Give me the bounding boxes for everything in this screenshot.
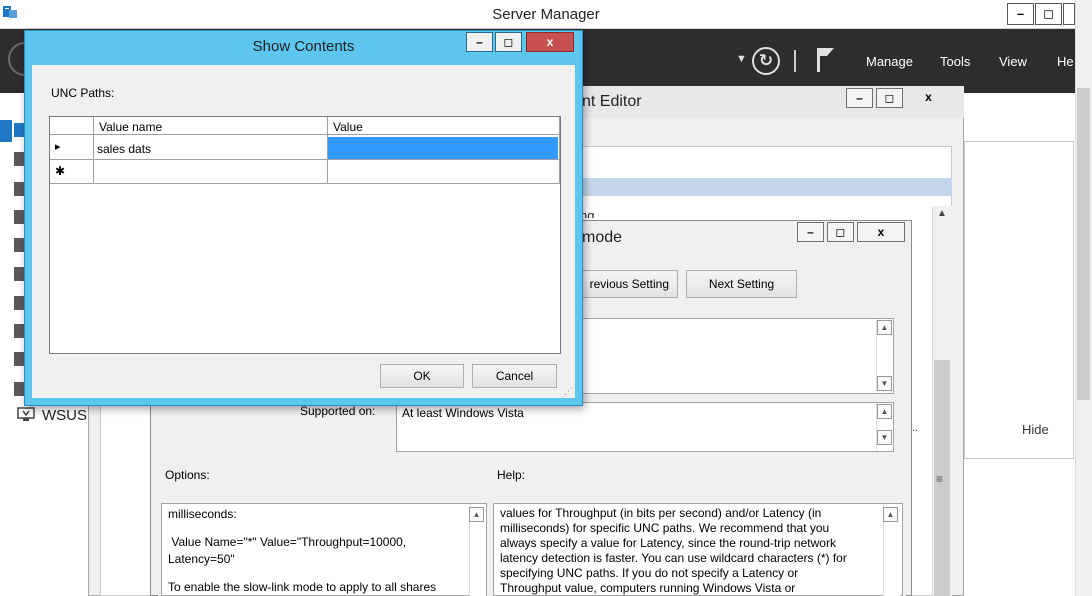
maximize-button[interactable]: ◻ — [1035, 3, 1062, 25]
sc-minimize-button[interactable]: – — [466, 32, 493, 52]
value-name-cell[interactable]: sales dats — [97, 142, 151, 156]
menu-manage[interactable]: Manage — [866, 54, 913, 70]
gp-editor-title: nt Editor — [582, 93, 642, 110]
ellipsis-text: .. — [912, 422, 919, 434]
options-line: Value Name="*" Value="Throughput=10000, — [168, 535, 407, 549]
help-label: Help: — [497, 468, 526, 482]
minimize-button[interactable]: – — [1007, 3, 1034, 25]
scroll-up-arrow-icon[interactable]: ▲ — [877, 320, 892, 335]
help-line: latency detection is faster. You can use… — [500, 551, 847, 565]
scroll-down-arrow-icon[interactable]: ▼ — [877, 430, 892, 445]
menu-help[interactable]: He — [1057, 54, 1075, 70]
editor-maximize-button[interactable]: ◻ — [876, 88, 903, 108]
new-row-asterisk-icon: ✱ — [55, 164, 66, 178]
policy-maximize-button[interactable]: ◻ — [827, 222, 854, 242]
scroll-grip-icon[interactable]: ≡ — [936, 472, 943, 486]
unc-paths-label: UNC Paths: — [51, 86, 115, 100]
column-header-value[interactable]: Value — [333, 120, 363, 134]
grid-divider — [559, 117, 560, 184]
sc-maximize-button[interactable]: ◻ — [495, 32, 522, 52]
ok-button[interactable]: OK — [380, 364, 464, 388]
scroll-up-arrow-icon[interactable]: ▲ — [883, 507, 898, 522]
options-line: Latency=50" — [168, 552, 235, 566]
grid-divider — [50, 183, 560, 184]
nav-selection-indicator — [0, 120, 12, 142]
scroll-up-arrow-icon[interactable]: ▲ — [877, 404, 892, 419]
hide-link[interactable]: Hide — [1022, 422, 1049, 437]
menu-tools[interactable]: Tools — [940, 54, 970, 70]
toolbar-separator — [794, 50, 796, 72]
next-setting-button[interactable]: Next Setting — [686, 270, 797, 298]
editor-minimize-button[interactable]: – — [846, 88, 873, 108]
help-line: always specify a value for Latency, sinc… — [500, 536, 836, 550]
editor-close-button[interactable]: x — [906, 88, 951, 108]
help-line: milliseconds) for specific UNC paths. We… — [500, 521, 830, 535]
current-row-arrow-icon: ▸ — [55, 141, 61, 153]
selected-value-cell[interactable] — [328, 137, 558, 159]
cancel-button[interactable]: Cancel — [472, 364, 557, 388]
selected-row-highlight — [580, 178, 952, 196]
policy-dialog-title: mode — [582, 229, 623, 246]
sc-close-button[interactable]: x — [526, 32, 574, 52]
column-header-value-name[interactable]: Value name — [99, 120, 162, 134]
nav-item-wsus[interactable]: WSUS — [42, 407, 87, 424]
menu-view[interactable]: View — [999, 54, 1027, 70]
help-line: specifying UNC paths. If you do not spec… — [500, 566, 799, 580]
tile-panel — [964, 141, 1074, 459]
refresh-icon[interactable]: ↻ — [752, 47, 780, 75]
chevron-down-icon[interactable]: ▼ — [736, 53, 747, 65]
help-text: values for Throughput (in bits per secon… — [500, 506, 880, 596]
supported-on-value: At least Windows Vista — [402, 406, 524, 420]
options-pane[interactable]: milliseconds: Value Name="*" Value="Thro… — [161, 503, 487, 596]
new-row-value-cell[interactable] — [328, 160, 559, 183]
scroll-up-arrow-icon[interactable]: ▲ — [932, 206, 952, 222]
supported-on-label: Supported on: — [300, 404, 376, 418]
resize-grip-icon[interactable]: ⋰ — [564, 386, 573, 397]
options-line: To enable the slow-link mode to apply to… — [168, 580, 437, 594]
help-line: values for Throughput (in bits per secon… — [500, 506, 822, 520]
help-line: Throughput value, computers running Wind… — [500, 581, 796, 595]
policy-close-button[interactable]: x — [857, 222, 905, 242]
server-manager-title: Server Manager — [492, 6, 600, 23]
page-scrollbar-thumb[interactable] — [1077, 88, 1090, 400]
options-label: Options: — [165, 468, 210, 482]
notifications-flag-icon[interactable] — [814, 46, 838, 74]
scroll-down-arrow-icon[interactable]: ▼ — [877, 376, 892, 391]
policy-minimize-button[interactable]: – — [797, 222, 824, 242]
wsus-icon[interactable] — [17, 407, 35, 422]
new-row-name-cell[interactable] — [94, 160, 327, 183]
close-button[interactable] — [1063, 3, 1075, 25]
options-line: milliseconds: — [168, 507, 237, 521]
scroll-up-arrow-icon[interactable]: ▲ — [469, 507, 484, 522]
